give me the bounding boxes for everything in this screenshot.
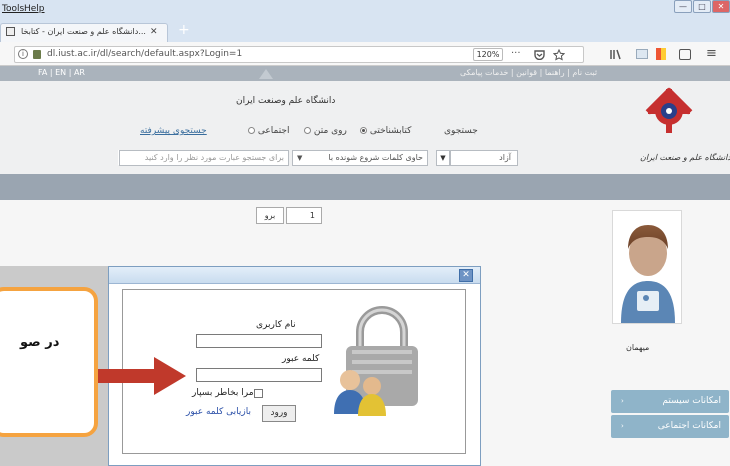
social-features-button[interactable]: › امکانات اجتماعی (611, 415, 729, 438)
callout-text: در صو (20, 335, 60, 350)
radio-fulltext-dot[interactable] (304, 127, 311, 134)
radio-social-dot[interactable] (248, 127, 255, 134)
maximize-button[interactable]: □ (693, 0, 711, 13)
system-features-label: امکانات سیستم (662, 396, 721, 406)
zoom-level-badge[interactable]: 120% (473, 48, 503, 61)
chevron-left-icon: › (621, 397, 624, 405)
login-button[interactable]: ورود (262, 405, 296, 422)
site-header: دانشگاه علم وصنعت ایران جستجوی پیشرفته ا… (0, 81, 730, 174)
site-top-nav: FA | EN | AR ثبت نام | راهنما | قوانین |… (0, 66, 730, 81)
username-field[interactable] (196, 334, 322, 348)
chevron-left-icon: › (621, 422, 624, 430)
info-icon[interactable]: i (18, 49, 28, 59)
language-switcher[interactable]: FA | EN | AR (38, 68, 85, 77)
browser-tab[interactable]: دانشگاه علم و صنعت ایران - کتابخا... ✕ (0, 23, 168, 42)
page-number-input[interactable]: 1 (286, 207, 322, 224)
page-actions-icon[interactable]: ··· (511, 48, 521, 59)
remember-checkbox[interactable] (254, 389, 263, 398)
pocket-icon[interactable] (534, 50, 545, 60)
condition-select-value: حاوی کلمات شروع شونده با (328, 153, 423, 162)
advanced-search-link[interactable]: جستجوی پیشرفته (140, 126, 207, 136)
bookmark-star-icon[interactable] (553, 49, 565, 61)
browser-menubar: Tools Help — □ ✕ (0, 0, 730, 20)
minimize-button[interactable]: — (674, 0, 692, 13)
radio-catalog[interactable]: کتابشناختی (360, 126, 411, 136)
hamburger-menu-icon[interactable]: ≡ (706, 46, 717, 61)
sidebar-icon[interactable] (636, 49, 648, 59)
username-label: نام کاربری (256, 320, 296, 330)
tab-title: دانشگاه علم و صنعت ایران - کتابخا... (21, 27, 146, 36)
url-text[interactable]: dl.iust.ac.ir/dl/search/default.aspx?Log… (47, 49, 242, 59)
radio-social[interactable]: اجتماعی (248, 126, 289, 136)
avatar (612, 210, 682, 324)
remember-label: مرا بخاطر بسپار (192, 388, 254, 398)
lock-users-icon (334, 306, 418, 416)
university-logo-icon (645, 87, 693, 133)
annotation-arrow-icon (98, 357, 186, 395)
radio-fulltext[interactable]: روی متن (304, 126, 347, 136)
new-tab-button[interactable]: + (178, 22, 190, 38)
recover-password-link[interactable]: بازیابی کلمه عبور (186, 407, 251, 417)
top-links[interactable]: ثبت نام | راهنما | قوانین | خدمات پیامکی (460, 68, 597, 77)
radio-catalog-label: کتابشناختی (369, 126, 412, 136)
password-label: کلمه عبور (282, 354, 320, 364)
password-field[interactable] (196, 368, 322, 382)
field-select-arrow-icon[interactable]: ▼ (436, 150, 450, 166)
radio-catalog-dot[interactable] (360, 127, 367, 134)
user-avatar-icon (621, 225, 675, 323)
field-select[interactable]: آزاد (450, 150, 518, 166)
chevron-down-icon: ▼ (297, 154, 303, 162)
window-close-button[interactable]: ✕ (712, 0, 730, 13)
dialog-titlebar (109, 267, 480, 284)
annotation-callout: در صو (0, 287, 98, 437)
site-security-icon[interactable] (33, 50, 41, 59)
home-arrow-icon[interactable] (258, 67, 274, 80)
system-features-button[interactable]: › امکانات سیستم (611, 390, 729, 413)
university-name: دانشگاه علم وصنعت ایران (236, 96, 336, 106)
extension-icon[interactable] (656, 48, 666, 60)
condition-select[interactable]: ▼ حاوی کلمات شروع شونده با (292, 150, 428, 166)
blue-band (0, 174, 730, 200)
social-features-label: امکانات اجتماعی (657, 421, 721, 431)
pager-go-button[interactable]: برو (256, 207, 284, 224)
menu-help[interactable]: Help (24, 4, 45, 14)
page-favicon-icon (6, 27, 15, 36)
menu-tools[interactable]: Tools (2, 4, 24, 14)
radio-fulltext-label: روی متن (313, 126, 347, 136)
tab-close-icon[interactable]: ✕ (150, 27, 158, 37)
logo-caption: دانشگاه علم و صنعت ایران (640, 153, 730, 162)
profile-name: میهمان (626, 343, 650, 352)
radio-social-label: اجتماعی (257, 126, 290, 136)
address-bar[interactable]: i dl.iust.ac.ir/dl/search/default.aspx?L… (14, 46, 584, 63)
search-type-label: جستجوی (444, 126, 478, 136)
library-icon[interactable] (610, 49, 622, 60)
screenshot-icon[interactable] (679, 49, 691, 60)
search-input[interactable]: برای جستجو عبارت مورد نظر را وارد کنید (119, 150, 289, 166)
dialog-close-button[interactable]: ✕ (459, 269, 473, 282)
